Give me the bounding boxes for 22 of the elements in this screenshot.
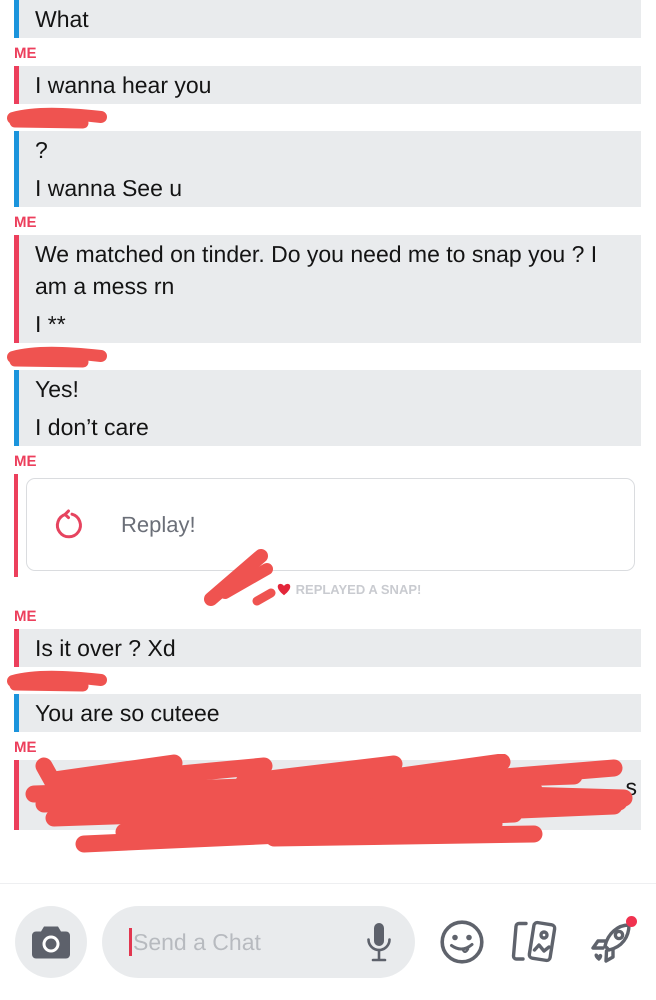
heart-icon [276, 582, 291, 596]
message-text: We matched on tinder. Do you need me to snap you ? I am a mess rn [34, 240, 598, 301]
sender-label: ME [14, 739, 36, 757]
sender-label: ME [14, 45, 36, 63]
message-text: ? [34, 136, 49, 165]
message-text: Is it over ? Xd [34, 634, 177, 663]
smiley-icon[interactable] [440, 920, 484, 964]
sender-label: ME [14, 608, 36, 626]
sender-label: ME [14, 453, 36, 471]
message-text: You are so cuteee [34, 699, 221, 728]
replay-snap-button[interactable]: Replay! [26, 478, 635, 571]
sender-label: ME [14, 214, 36, 232]
message-text: I don’t care [34, 413, 150, 442]
camera-icon [31, 925, 71, 959]
message-text: I ** [34, 310, 67, 339]
microphone-icon[interactable] [366, 922, 392, 962]
message-text: I wanna hear you [34, 71, 212, 100]
message-text: What [34, 5, 90, 34]
photo-cards-icon[interactable] [511, 920, 559, 964]
replay-icon [53, 508, 85, 540]
message-text: I wanna See u [34, 174, 184, 203]
message-text: Yes! [34, 375, 80, 404]
